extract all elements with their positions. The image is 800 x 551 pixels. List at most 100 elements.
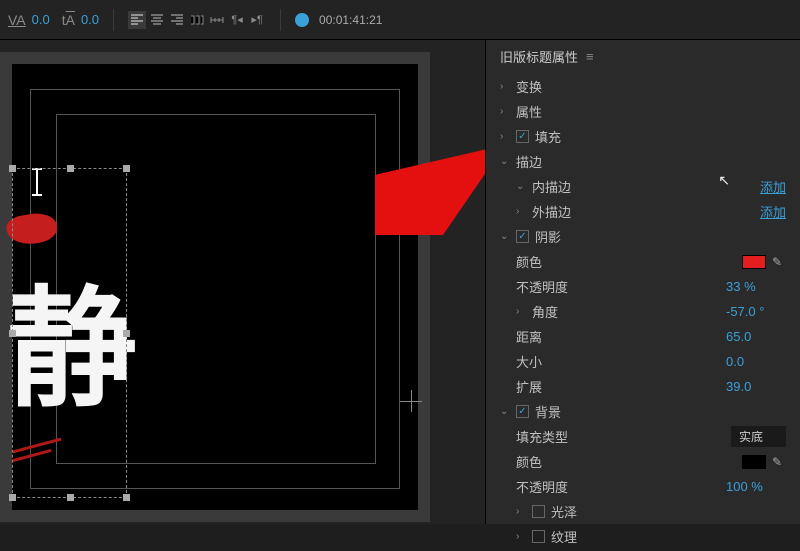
kerning-control[interactable]: VA 0.0	[8, 12, 50, 28]
size-value[interactable]: 0.0	[726, 354, 786, 369]
panel-menu-icon[interactable]: ≡	[586, 49, 594, 64]
row-label: 颜色	[516, 452, 742, 471]
section-label: 背景	[535, 402, 786, 421]
row-label: 不透明度	[516, 277, 726, 296]
text-bounding-box[interactable]	[12, 168, 127, 498]
para-before-icon[interactable]: ¶◂	[228, 11, 246, 29]
row-label: 外描边	[532, 202, 760, 221]
color-swatch[interactable]	[742, 255, 766, 269]
chevron-right-icon: ›	[500, 106, 512, 117]
row-label: 填充类型	[516, 427, 731, 446]
bg-opacity-value[interactable]: 100 %	[726, 479, 786, 494]
align-icons-group: ¶◂ ▸¶	[128, 11, 266, 29]
row-label: 角度	[532, 302, 726, 321]
shadow-section[interactable]: ⌄ 阴影	[486, 224, 800, 249]
row-label: 颜色	[516, 252, 742, 271]
chevron-right-icon: ›	[516, 506, 528, 517]
ta-icon: tA	[62, 12, 75, 28]
background-checkbox[interactable]	[516, 405, 529, 418]
add-outer-stroke-link[interactable]: 添加	[760, 202, 786, 221]
stroke-section[interactable]: ⌄ 描边	[486, 149, 800, 174]
kerning-value[interactable]: 0.0	[32, 12, 50, 27]
distribute-icon[interactable]	[208, 11, 226, 29]
tab-icon[interactable]	[188, 11, 206, 29]
resize-handle[interactable]	[9, 165, 16, 172]
baseline-control[interactable]: tA 0.0	[62, 12, 99, 28]
transform-section[interactable]: › 变换	[486, 74, 800, 99]
panel-header: 旧版标题属性 ≡	[486, 40, 800, 72]
canvas-area[interactable]: 静	[0, 40, 485, 524]
background-section[interactable]: ⌄ 背景	[486, 399, 800, 424]
section-label: 填充	[535, 127, 786, 146]
fill-type-select[interactable]: 实底	[731, 426, 786, 447]
section-label: 属性	[516, 102, 786, 121]
distance-value[interactable]: 65.0	[726, 329, 786, 344]
opacity-value[interactable]: 33 %	[726, 279, 786, 294]
section-label: 变换	[516, 77, 786, 96]
align-center-icon[interactable]	[148, 11, 166, 29]
shadow-distance-row[interactable]: 距离 65.0	[486, 324, 800, 349]
shadow-angle-row[interactable]: › 角度 -57.0 °	[486, 299, 800, 324]
canvas[interactable]: 静	[12, 64, 418, 510]
chevron-right-icon: ›	[500, 131, 512, 142]
align-right-icon[interactable]	[168, 11, 186, 29]
align-left-icon[interactable]	[128, 11, 146, 29]
chevron-right-icon: ›	[516, 306, 528, 317]
properties-section[interactable]: › 属性	[486, 99, 800, 124]
sheen-checkbox[interactable]	[532, 505, 545, 518]
spread-value[interactable]: 39.0	[726, 379, 786, 394]
bg-filltype-row[interactable]: 填充类型 实底	[486, 424, 800, 449]
section-label: 描边	[516, 152, 786, 171]
properties-list: › 变换 › 属性 › 填充 ⌄ 描边 ⌄ 内描边 添加 ›	[486, 72, 800, 551]
row-label: 大小	[516, 352, 726, 371]
resize-handle[interactable]	[67, 165, 74, 172]
chevron-down-icon: ⌄	[500, 156, 512, 167]
angle-value[interactable]: -57.0 °	[726, 304, 786, 319]
chevron-right-icon: ›	[516, 531, 528, 542]
resize-handle[interactable]	[67, 494, 74, 501]
visibility-icon[interactable]	[295, 13, 309, 27]
row-label: 距离	[516, 327, 726, 346]
resize-handle[interactable]	[123, 165, 130, 172]
timecode-group[interactable]: 00:01:41:21	[295, 13, 382, 27]
shadow-opacity-row[interactable]: 不透明度 33 %	[486, 274, 800, 299]
divider	[280, 9, 281, 31]
outer-stroke-row[interactable]: › 外描边 添加	[486, 199, 800, 224]
fill-section[interactable]: › 填充	[486, 124, 800, 149]
resize-handle[interactable]	[9, 330, 16, 337]
timecode-display: 00:01:41:21	[319, 13, 382, 27]
inner-stroke-row[interactable]: ⌄ 内描边 添加	[486, 174, 800, 199]
baseline-value[interactable]: 0.0	[81, 12, 99, 27]
chevron-down-icon: ⌄	[500, 231, 512, 242]
para-after-icon[interactable]: ▸¶	[248, 11, 266, 29]
row-label: 扩展	[516, 377, 726, 396]
resize-handle[interactable]	[123, 494, 130, 501]
va-icon: VA	[8, 12, 26, 28]
chevron-down-icon: ⌄	[516, 181, 528, 192]
row-label: 不透明度	[516, 477, 726, 496]
shadow-size-row[interactable]: 大小 0.0	[486, 349, 800, 374]
panel-title: 旧版标题属性	[500, 47, 578, 66]
shadow-checkbox[interactable]	[516, 230, 529, 243]
resize-handle[interactable]	[9, 494, 16, 501]
chevron-right-icon: ›	[500, 81, 512, 92]
row-label: 纹理	[551, 527, 786, 546]
bg-color-row[interactable]: 颜色 ✎	[486, 449, 800, 474]
texture-checkbox[interactable]	[532, 530, 545, 543]
properties-panel: 旧版标题属性 ≡ › 变换 › 属性 › 填充 ⌄ 描边 ⌄ 内	[485, 40, 800, 524]
shadow-color-row[interactable]: 颜色 ✎	[486, 249, 800, 274]
fill-checkbox[interactable]	[516, 130, 529, 143]
texture-row[interactable]: › 纹理	[486, 524, 800, 549]
chevron-right-icon: ›	[516, 206, 528, 217]
sheen-row[interactable]: › 光泽	[486, 499, 800, 524]
crosshair	[411, 390, 412, 412]
bg-opacity-row[interactable]: 不透明度 100 %	[486, 474, 800, 499]
eyedropper-icon[interactable]: ✎	[772, 255, 786, 269]
add-inner-stroke-link[interactable]: 添加	[760, 177, 786, 196]
shadow-spread-row[interactable]: 扩展 39.0	[486, 374, 800, 399]
eyedropper-icon[interactable]: ✎	[772, 455, 786, 469]
color-swatch[interactable]	[742, 455, 766, 469]
chevron-down-icon: ⌄	[500, 406, 512, 417]
row-label: 光泽	[551, 502, 786, 521]
resize-handle[interactable]	[123, 330, 130, 337]
